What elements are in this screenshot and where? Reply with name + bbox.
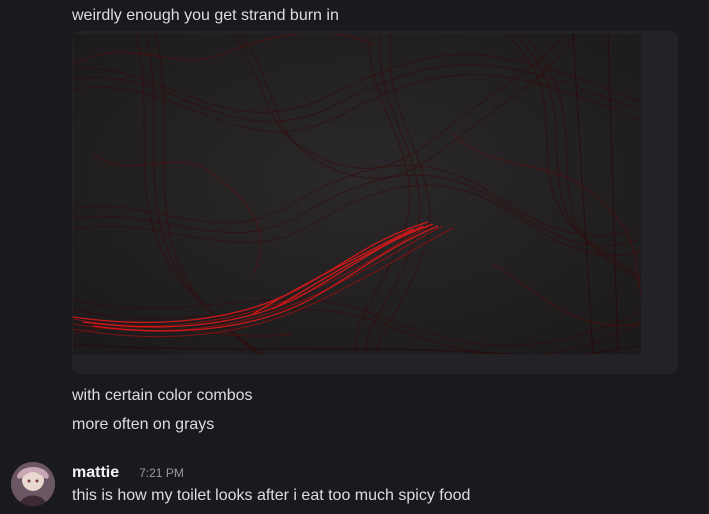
message-text: weirdly enough you get strand burn in (72, 7, 339, 24)
avatar-image (11, 462, 55, 506)
user-avatar[interactable] (11, 462, 55, 506)
message-timestamp[interactable]: 7:21 PM (139, 462, 184, 484)
message-text: more often on grays (72, 416, 215, 433)
image-attachment[interactable] (72, 31, 678, 374)
attachment-image (73, 34, 641, 354)
message-header: mattie 7:21 PM (72, 462, 184, 484)
message-text: this is how my toilet looks after i eat … (72, 487, 471, 504)
username[interactable]: mattie (72, 462, 119, 484)
chat-messages: weirdly enough you get strand burn in wi… (0, 0, 709, 514)
message-text: with certain color combos (72, 387, 253, 404)
